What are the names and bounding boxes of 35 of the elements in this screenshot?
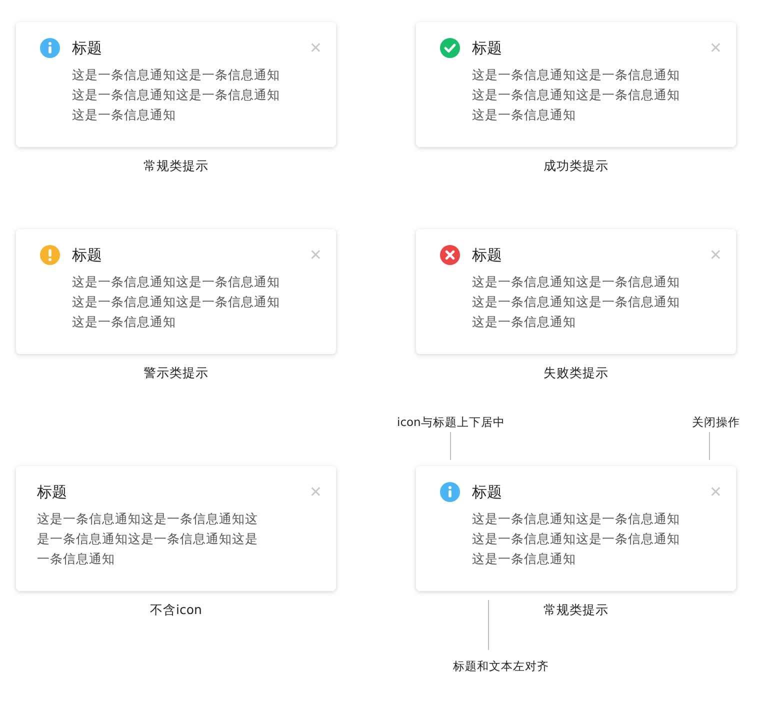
close-button[interactable]: ✕ xyxy=(709,40,722,56)
warning-icon xyxy=(40,245,60,265)
notification-title: 标题 xyxy=(472,482,502,502)
notification-title: 标题 xyxy=(37,482,67,502)
annotation-label: 标题和文本左对齐 xyxy=(453,659,549,674)
caption: 警示类提示 xyxy=(144,365,208,382)
caption: 失败类提示 xyxy=(544,365,608,382)
annotation-label: 关闭操作 xyxy=(692,415,740,430)
notification-title: 标题 xyxy=(72,38,102,58)
close-button[interactable]: ✕ xyxy=(309,484,322,500)
error-icon xyxy=(440,245,460,265)
leader-line xyxy=(450,432,451,460)
success-icon xyxy=(440,38,460,58)
close-button[interactable]: ✕ xyxy=(709,484,722,500)
notification-title: 标题 xyxy=(72,246,102,264)
notification-body: 这是一条信息通知这是一条信息通知这是一条信息通知这是一条信息通知这是一条信息通知 xyxy=(472,273,681,331)
info-icon xyxy=(40,38,60,58)
info-icon xyxy=(440,482,460,502)
notification-title: 标题 xyxy=(472,38,502,58)
close-button[interactable]: ✕ xyxy=(309,248,322,262)
notification-body: 这是一条信息通知这是一条信息通知这是一条信息通知这是一条信息通知这是一条信息通知 xyxy=(37,510,259,568)
caption: 成功类提示 xyxy=(544,158,608,175)
leader-line xyxy=(488,600,489,650)
close-button[interactable]: ✕ xyxy=(709,248,722,262)
notification-body: 这是一条信息通知这是一条信息通知这是一条信息通知这是一条信息通知这是一条信息通知 xyxy=(72,66,281,124)
notification-body: 这是一条信息通知这是一条信息通知这是一条信息通知这是一条信息通知这是一条信息通知 xyxy=(472,66,681,124)
caption: 不含icon xyxy=(150,602,202,619)
notification-title: 标题 xyxy=(472,246,502,264)
leader-line xyxy=(709,432,710,460)
caption: 常规类提示 xyxy=(144,158,208,175)
close-button[interactable]: ✕ xyxy=(309,40,322,56)
caption: 常规类提示 xyxy=(544,602,608,619)
annotation-label: icon与标题上下居中 xyxy=(397,415,505,430)
notification-body: 这是一条信息通知这是一条信息通知这是一条信息通知这是一条信息通知这是一条信息通知 xyxy=(72,273,281,331)
notification-body: 这是一条信息通知这是一条信息通知这是一条信息通知这是一条信息通知这是一条信息通知 xyxy=(472,510,681,568)
